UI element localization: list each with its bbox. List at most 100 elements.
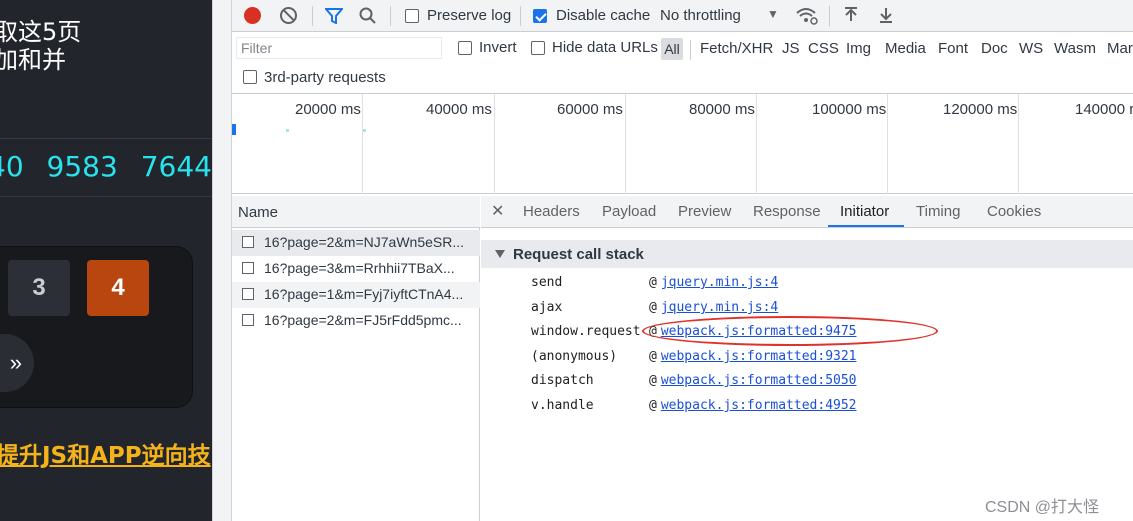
frame-source-link[interactable]: jquery.min.js:4 — [661, 300, 778, 315]
watermark: CSDN @打大怪 — [985, 499, 1100, 516]
request-row[interactable]: 16?page=2&m=NJ7aWn5eSR... — [232, 230, 480, 256]
timeline-gridline — [756, 94, 757, 194]
request-list: Name 16?page=2&m=NJ7aWn5eSR... 16?page=3… — [232, 196, 480, 521]
disable-cache-label: Disable cache — [556, 7, 651, 24]
tab-response[interactable]: Response — [753, 203, 821, 220]
hide-data-urls-checkbox[interactable] — [531, 41, 545, 55]
timeline-tick-label: 40000 ms — [426, 101, 492, 118]
active-tab-indicator — [828, 225, 904, 227]
filter-input[interactable]: Filter — [236, 37, 442, 59]
timeline-gridline — [887, 94, 888, 194]
type-filter-manifest[interactable]: Mar — [1107, 40, 1133, 57]
toolbar-divider — [312, 6, 313, 26]
row-checkbox[interactable] — [242, 262, 254, 274]
row-checkbox[interactable] — [242, 288, 254, 300]
network-conditions-icon[interactable] — [795, 6, 819, 26]
filter-bar: Filter Invert Hide data URLs All Fetch/X… — [232, 32, 1133, 94]
row-checkbox[interactable] — [242, 314, 254, 326]
frame-function: ajax — [531, 300, 563, 315]
import-har-icon[interactable] — [843, 6, 859, 24]
timeline-tick-label: 140000 r — [1075, 101, 1133, 118]
divider — [0, 196, 212, 197]
frame-source-link[interactable]: webpack.js:formatted:9321 — [661, 349, 857, 364]
request-row[interactable]: 16?page=1&m=Fyj7iyftCTnA4... — [232, 282, 480, 308]
timeline-overview[interactable]: 20000 ms 40000 ms 60000 ms 80000 ms 1000… — [232, 94, 1133, 194]
panel-splitter[interactable] — [212, 0, 232, 521]
preserve-log-label: Preserve log — [427, 7, 512, 24]
record-icon[interactable] — [244, 7, 261, 24]
stack-frame: dispatch @ webpack.js:formatted:5050 — [531, 373, 857, 388]
frame-source-link[interactable]: webpack.js:formatted:5050 — [661, 373, 857, 388]
web-page-panel: 取这5页 加和并 40 9583 7644 3 3 4 » 提升JS和APP逆向… — [0, 0, 212, 521]
network-toolbar: Preserve log Disable cache No throttling… — [232, 0, 1133, 32]
stack-frame: v.handle @ webpack.js:formatted:4952 — [531, 398, 857, 413]
type-filter-media[interactable]: Media — [885, 40, 926, 57]
request-bar — [232, 124, 236, 135]
timeline-gridline — [362, 94, 363, 194]
frame-function: send — [531, 275, 563, 290]
frame-function: window.request — [531, 324, 641, 339]
devtools-network-panel: Preserve log Disable cache No throttling… — [232, 0, 1133, 521]
third-party-checkbox[interactable] — [243, 70, 257, 84]
promo-link[interactable]: 提升JS和APP逆向技 — [0, 436, 211, 470]
throttling-select[interactable]: No throttling — [660, 7, 741, 24]
clear-icon[interactable] — [280, 7, 297, 24]
tab-payload[interactable]: Payload — [602, 203, 656, 220]
tab-initiator[interactable]: Initiator — [840, 203, 889, 220]
invert-checkbox[interactable] — [458, 41, 472, 55]
tab-headers[interactable]: Headers — [523, 203, 580, 220]
request-row[interactable]: 16?page=2&m=FJ5rFdd5pmc... — [232, 308, 480, 334]
type-filter-css[interactable]: CSS — [808, 40, 839, 57]
toolbar-divider — [690, 40, 691, 60]
type-filter-font[interactable]: Font — [938, 40, 968, 57]
name-column-header[interactable]: Name — [232, 196, 480, 228]
export-har-icon[interactable] — [878, 6, 894, 24]
filter-icon[interactable] — [325, 8, 343, 24]
chevron-down-icon[interactable]: ▼ — [767, 7, 779, 21]
timeline-gridline — [625, 94, 626, 194]
type-filter-doc[interactable]: Doc — [981, 40, 1008, 57]
timeline-tick-label: 60000 ms — [557, 101, 623, 118]
request-name: 16?page=3&m=Rrhhii7TBaX... — [264, 260, 455, 276]
at-sign: @ — [649, 275, 657, 290]
toolbar-divider — [390, 6, 391, 26]
frame-source-link[interactable]: jquery.min.js:4 — [661, 275, 778, 290]
page-button-3[interactable]: 3 — [8, 260, 70, 316]
hide-data-urls-label: Hide data URLs — [552, 39, 658, 56]
request-name: 16?page=2&m=NJ7aWn5eSR... — [264, 234, 465, 250]
type-filter-all[interactable]: All — [661, 38, 683, 60]
highlight-annotation — [642, 316, 938, 346]
page-button-4[interactable]: 4 — [87, 260, 149, 316]
number-list: 40 9583 7644 3 — [0, 150, 212, 183]
timeline-gridline — [1018, 94, 1019, 194]
timeline-tick-label: 80000 ms — [689, 101, 755, 118]
stack-frame: (anonymous) @ webpack.js:formatted:9321 — [531, 349, 857, 364]
type-filter-img[interactable]: Img — [846, 40, 871, 57]
divider — [0, 138, 212, 139]
at-sign: @ — [649, 398, 657, 413]
call-stack-section-header[interactable]: Request call stack — [481, 240, 1133, 268]
search-icon[interactable] — [359, 7, 377, 25]
triangle-down-icon — [495, 250, 505, 258]
tab-timing[interactable]: Timing — [916, 203, 960, 220]
stack-frame: send @ jquery.min.js:4 — [531, 275, 778, 290]
request-row[interactable]: 16?page=3&m=Rrhhii7TBaX... — [232, 256, 480, 282]
timeline-gridline — [494, 94, 495, 194]
toolbar-divider — [520, 6, 521, 26]
timeline-tick-label: 100000 ms — [812, 101, 887, 118]
type-filter-ws[interactable]: WS — [1019, 40, 1043, 57]
tab-cookies[interactable]: Cookies — [987, 203, 1041, 220]
type-filter-fetch-xhr[interactable]: Fetch/XHR — [700, 40, 773, 57]
at-sign: @ — [649, 349, 657, 364]
disable-cache-checkbox[interactable] — [533, 9, 547, 23]
type-filter-js[interactable]: JS — [782, 40, 800, 57]
page-heading-line1: 取这5页 — [0, 18, 82, 46]
frame-source-link[interactable]: webpack.js:formatted:4952 — [661, 398, 857, 413]
type-filter-wasm[interactable]: Wasm — [1054, 40, 1096, 57]
stack-frame: ajax @ jquery.min.js:4 — [531, 300, 778, 315]
preserve-log-checkbox[interactable] — [405, 9, 419, 23]
row-checkbox[interactable] — [242, 236, 254, 248]
close-icon[interactable]: ✕ — [491, 201, 504, 221]
request-detail-panel: ✕ Headers Payload Preview Response Initi… — [481, 196, 1133, 521]
tab-preview[interactable]: Preview — [678, 203, 731, 220]
